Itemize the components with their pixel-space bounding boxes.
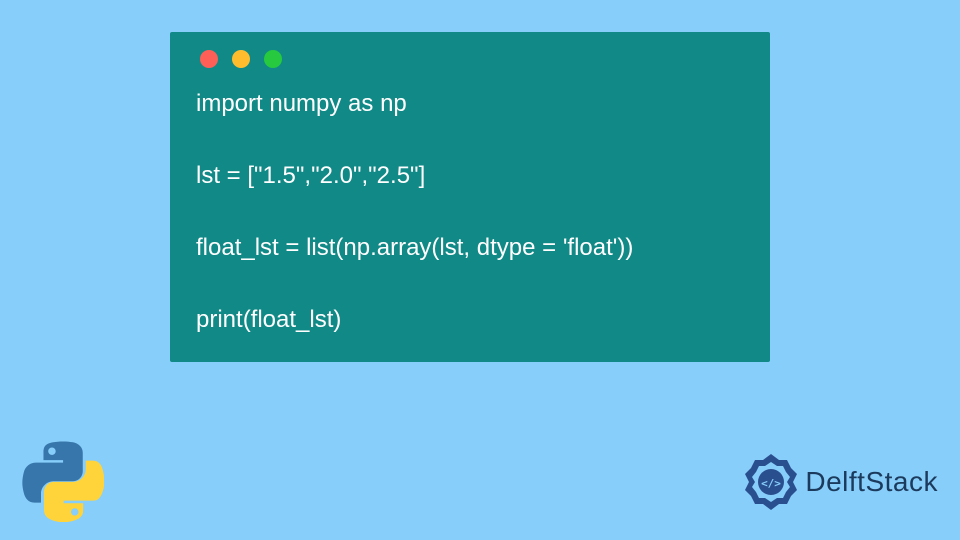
code-line: import numpy as np xyxy=(196,90,407,117)
maximize-icon xyxy=(264,50,282,68)
close-icon xyxy=(200,50,218,68)
minimize-icon xyxy=(232,50,250,68)
window-controls xyxy=(196,50,744,68)
code-window: import numpy as np lst = ["1.5","2.0","2… xyxy=(170,32,770,362)
code-block: import numpy as np lst = ["1.5","2.0","2… xyxy=(196,86,744,338)
code-line: print(float_lst) xyxy=(196,306,341,333)
svg-text:</>: </> xyxy=(761,477,781,490)
python-logo-icon xyxy=(22,440,104,522)
code-line: float_lst = list(np.array(lst, dtype = '… xyxy=(196,234,633,261)
brand-name: DelftStack xyxy=(805,466,938,498)
delftstack-icon: </> xyxy=(741,452,801,512)
brand-logo: </> DelftStack xyxy=(741,452,938,512)
code-line: lst = ["1.5","2.0","2.5"] xyxy=(196,162,425,189)
